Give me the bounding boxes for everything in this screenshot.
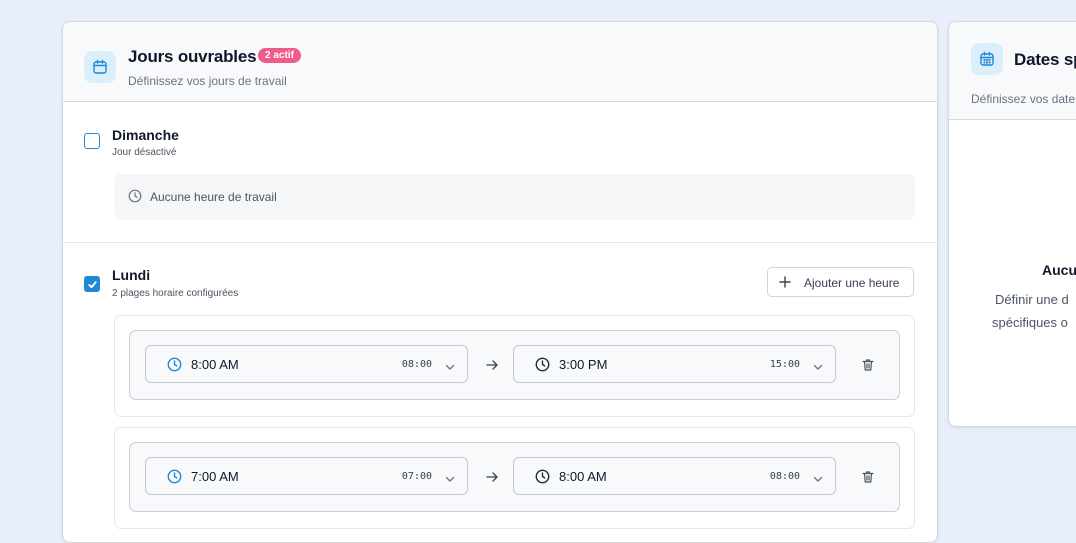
arrow-right-icon [485,358,499,377]
time-slot-row: 7:00 AM 07:00 8:00 AM 08:00 [129,442,900,512]
end-time-value: 15:00 [769,359,800,370]
divider [63,242,937,243]
clock-icon [167,469,182,489]
day-checkbox-lundi[interactable] [84,276,100,292]
time-slot: 7:00 AM 07:00 8:00 AM 08:00 [114,427,915,529]
chevron-down-icon [444,472,456,490]
arrow-right-icon [485,470,499,489]
add-hour-label: Ajouter une heure [804,276,900,290]
end-time-value: 08:00 [769,471,800,482]
clock-icon [535,469,550,489]
working-days-card: Jours ouvrables 2 actif Définissez vos j… [62,21,938,543]
trash-icon[interactable] [861,470,875,489]
trash-icon[interactable] [861,358,875,377]
special-dates-subtitle: Définissez vos date [971,92,1076,106]
clock-icon [167,357,182,377]
end-time-label: 8:00 AM [559,469,607,484]
end-time-select[interactable]: 3:00 PM 15:00 [513,345,836,383]
end-time-label: 3:00 PM [559,357,608,372]
empty-state-title: Aucu [1042,262,1076,278]
end-time-select[interactable]: 8:00 AM 08:00 [513,457,836,495]
calendar-icon [84,51,116,83]
day-checkbox-dimanche[interactable] [84,133,100,149]
day-name-lundi: Lundi [112,267,151,283]
start-time-value: 08:00 [401,359,432,370]
special-dates-card: Dates sp Définissez vos date Aucu Défini… [948,21,1076,427]
page-title: Jours ouvrables [128,47,257,66]
chevron-down-icon [812,472,824,490]
day-status-lundi: 2 plages horaire configurées [112,288,239,299]
check-icon [87,280,97,288]
start-time-select[interactable]: 7:00 AM 07:00 [145,457,468,495]
clock-icon [535,357,550,377]
empty-state-desc: Définir une d [995,292,1069,307]
day-status-dimanche: Jour désactivé [112,147,177,158]
chevron-down-icon [444,360,456,378]
start-time-label: 7:00 AM [191,469,239,484]
active-count-badge: 2 actif [258,48,301,63]
start-time-select[interactable]: 8:00 AM 08:00 [145,345,468,383]
start-time-label: 8:00 AM [191,357,239,372]
clock-icon [128,189,142,208]
time-slot: 8:00 AM 08:00 3:00 PM 15:00 [114,315,915,417]
add-hour-button[interactable]: Ajouter une heure [767,267,914,297]
day-name-dimanche: Dimanche [112,127,179,143]
plus-icon [778,275,792,294]
page-subtitle: Définissez vos jours de travail [128,74,287,88]
calendar-icon [971,43,1003,75]
special-dates-header: Dates sp Définissez vos date [949,22,1076,120]
start-time-value: 07:00 [401,471,432,482]
no-hours-text: Aucune heure de travail [150,190,277,204]
empty-state-desc: spécifiques o [992,315,1068,330]
no-hours-box: Aucune heure de travail [114,174,915,220]
special-dates-title: Dates sp [1014,50,1076,69]
working-days-header: Jours ouvrables 2 actif Définissez vos j… [63,22,937,102]
chevron-down-icon [812,360,824,378]
time-slot-row: 8:00 AM 08:00 3:00 PM 15:00 [129,330,900,400]
